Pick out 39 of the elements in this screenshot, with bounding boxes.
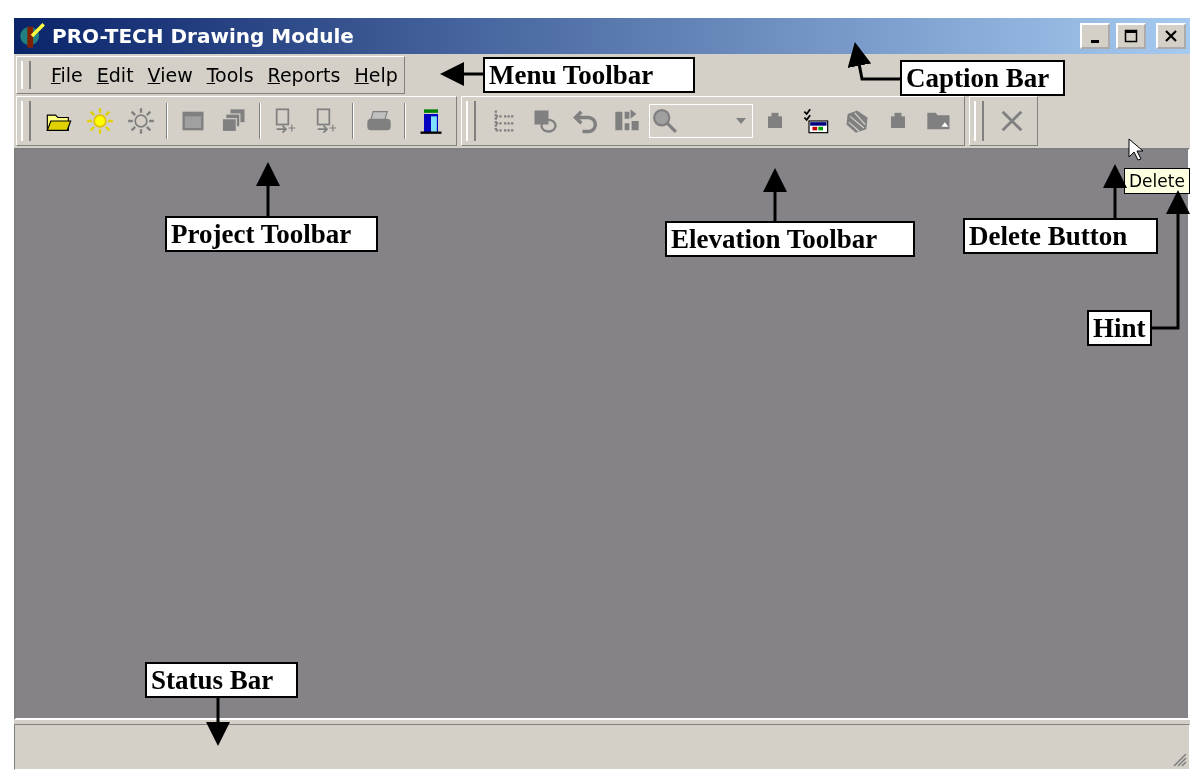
maximize-button[interactable] <box>1116 23 1146 49</box>
magnifier-icon <box>652 108 678 134</box>
toolbar-grip[interactable] <box>974 101 984 141</box>
toolbar-grip[interactable] <box>466 101 476 141</box>
callout-arrow <box>206 697 230 746</box>
toolbar-grip[interactable] <box>21 61 31 89</box>
callout-arrow <box>847 42 900 81</box>
app-logo-icon <box>18 22 46 50</box>
menu-item[interactable]: View <box>147 64 193 86</box>
callout-label: Hint <box>1087 310 1152 346</box>
callout-arrow <box>440 62 483 86</box>
menu-item[interactable]: Help <box>354 64 398 86</box>
mouse-pointer-icon <box>1128 138 1144 162</box>
menu-item[interactable]: Edit <box>96 64 134 86</box>
callout-label: Project Toolbar <box>165 216 378 252</box>
toolbar-grip[interactable] <box>21 101 31 141</box>
resize-grip-icon[interactable] <box>1171 751 1187 767</box>
callout-arrow <box>256 162 280 216</box>
sun-icon <box>86 107 114 135</box>
minimize-button[interactable] <box>1080 23 1110 49</box>
callout-label: Elevation Toolbar <box>665 221 915 257</box>
minimize-icon <box>1091 39 1099 43</box>
callout-label: Menu Toolbar <box>483 57 695 93</box>
callout-label: Delete Button <box>963 218 1158 254</box>
close-button[interactable] <box>1156 23 1186 49</box>
sun-icon <box>127 107 155 135</box>
maximize-icon <box>1124 29 1138 43</box>
callout-label: Status Bar <box>145 662 298 698</box>
menu-item[interactable]: Tools <box>206 64 254 86</box>
callout-arrow <box>763 168 787 221</box>
menu-item[interactable]: Reports <box>267 64 341 86</box>
close-icon <box>1164 29 1178 43</box>
callout-label: Caption Bar <box>900 60 1065 96</box>
tooltip: Delete <box>1124 168 1190 194</box>
window-title: PRO-TECH Drawing Module <box>52 24 354 48</box>
callout-arrow <box>1103 164 1127 218</box>
dropdown-arrow-icon <box>736 118 746 124</box>
menu-item[interactable]: File <box>51 64 83 86</box>
checklist-icon <box>802 107 830 135</box>
